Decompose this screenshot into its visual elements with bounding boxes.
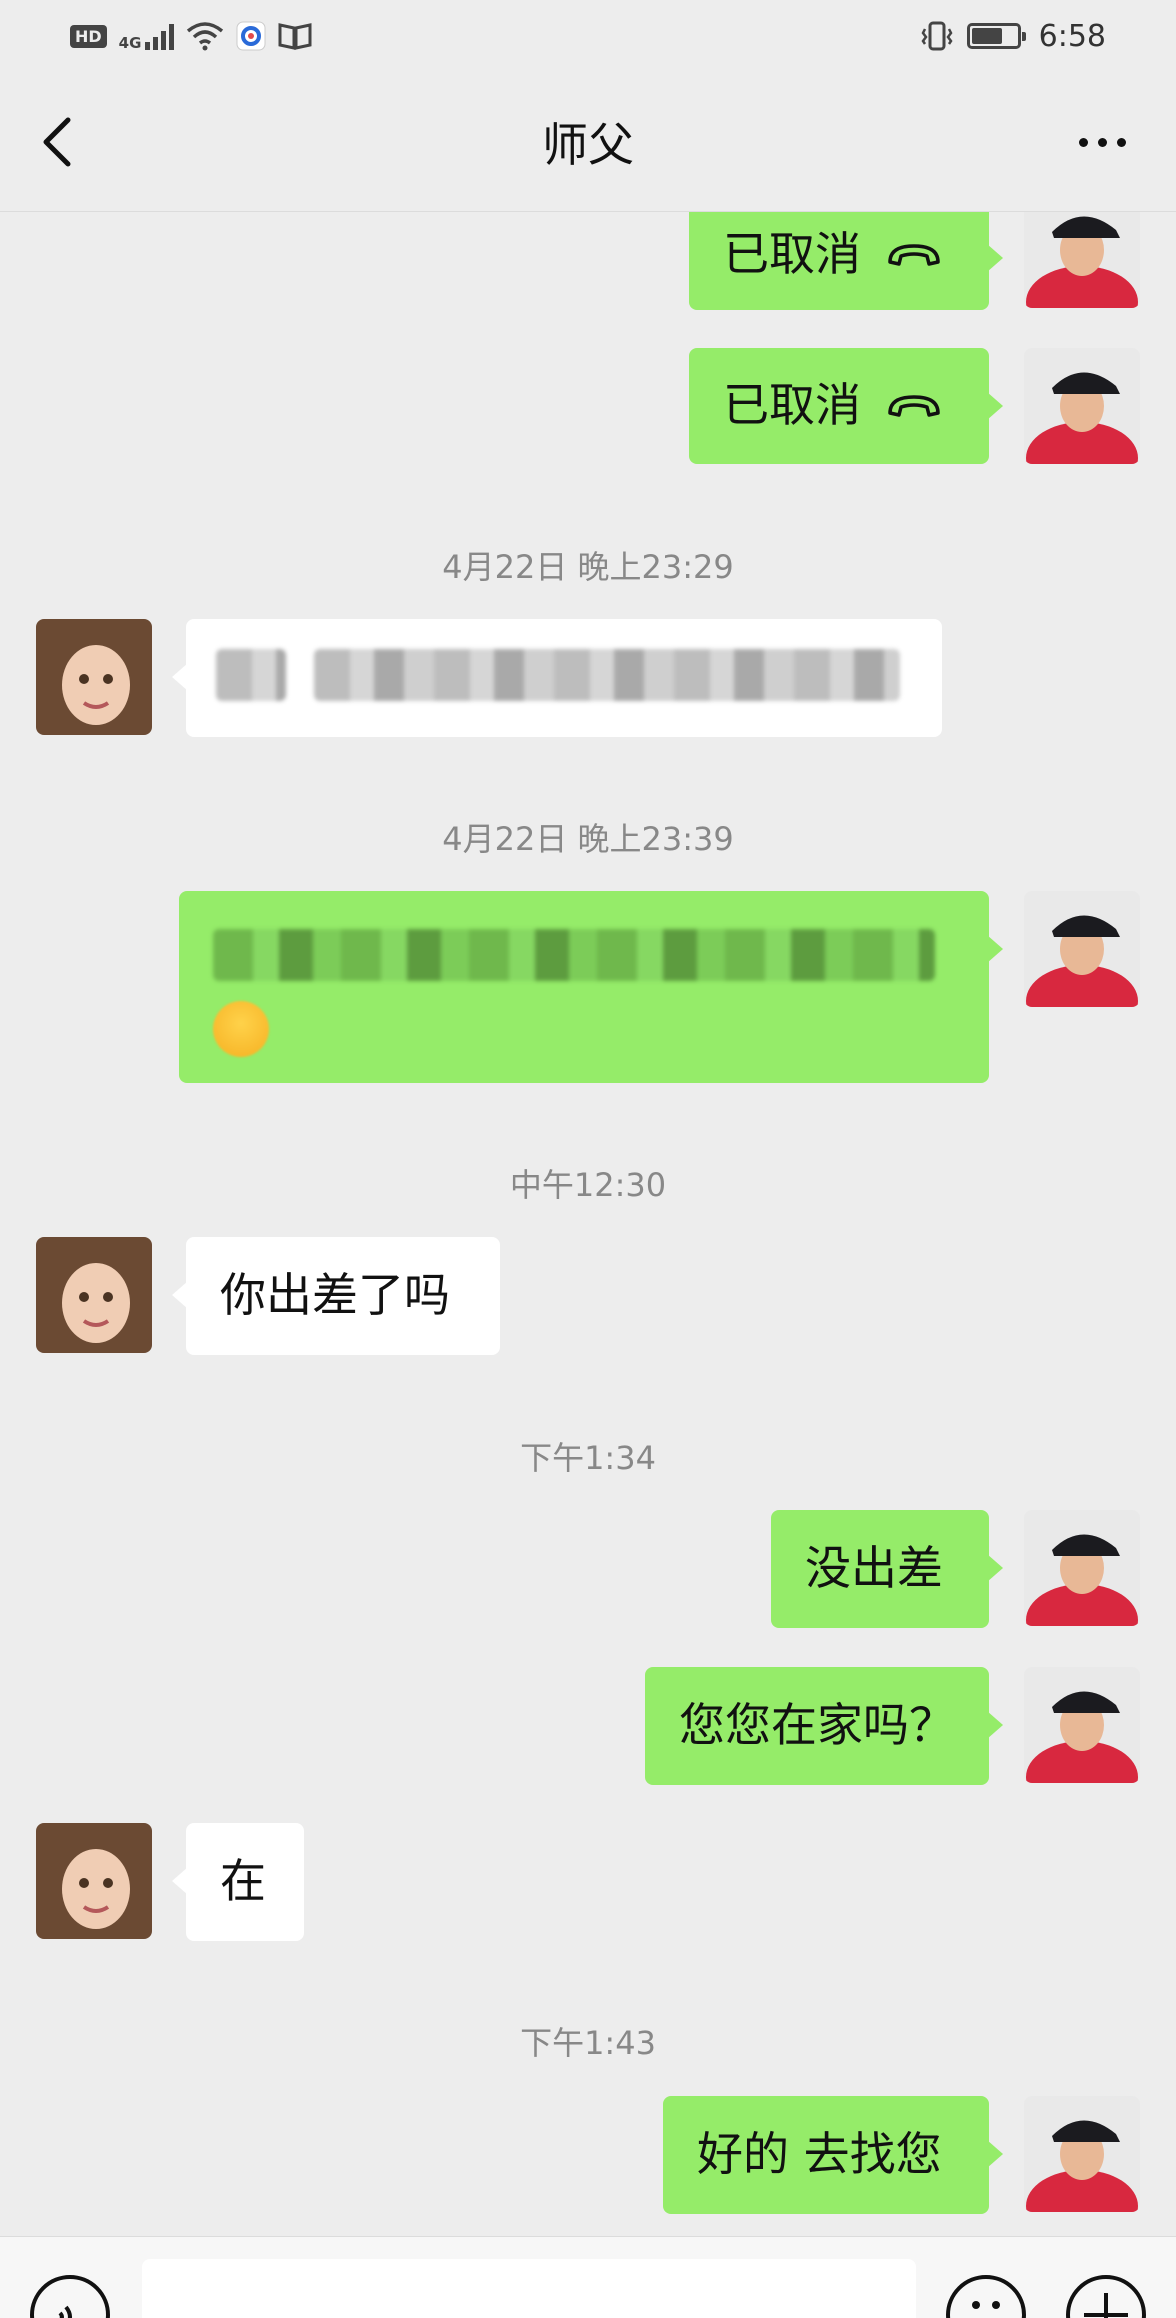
message-row [0, 619, 1176, 739]
avatar[interactable] [1024, 2096, 1140, 2212]
redacted-content [216, 649, 286, 701]
status-time: 6:58 [1038, 18, 1106, 54]
status-right: 6:58 [919, 19, 1106, 54]
contact-avatar-icon [36, 619, 152, 735]
call-status-text: 已取消 [723, 227, 861, 282]
message-row: 已取消 [0, 212, 1176, 316]
message-row: 好的 去找您 [0, 2096, 1176, 2216]
timestamp: 4月22日 晚上23:29 [442, 548, 734, 586]
message-text: 没出差 [805, 1541, 943, 1596]
message-text: 好的 去找您 [697, 2127, 942, 2182]
avatar[interactable] [1024, 1510, 1140, 1626]
call-status-text: 已取消 [723, 378, 861, 433]
chat-messages[interactable]: 已取消 已取消 4月22日 晚上23:29 4月22日 晚上23:39 中午12… [0, 212, 1176, 2236]
voice-wave-icon [58, 2305, 72, 2318]
user-avatar-icon [1024, 2096, 1140, 2212]
message-text: 你出差了吗 [220, 1268, 450, 1323]
call-bubble[interactable]: 已取消 [689, 212, 1003, 310]
plus-sign-icon [1084, 2293, 1128, 2318]
contact-avatar-icon [36, 1823, 152, 1939]
message-input[interactable] [142, 2259, 916, 2318]
message-row: 已取消 [0, 348, 1176, 464]
message-bubble[interactable]: 在 [172, 1823, 304, 1941]
timestamp: 中午12:30 [509, 1166, 667, 1204]
redacted-message-bubble[interactable] [172, 619, 942, 737]
app-notification-icon [236, 21, 266, 51]
message-row [0, 891, 1176, 1087]
nav-bar: 师父 [0, 72, 1176, 212]
message-bubble[interactable]: 没出差 [771, 1510, 1003, 1628]
message-text: 您您在家吗？ [679, 1698, 955, 1753]
more-dots-icon[interactable] [1079, 124, 1126, 160]
avatar[interactable] [1024, 1667, 1140, 1783]
chat-title: 师父 [542, 117, 634, 172]
avatar[interactable] [1024, 212, 1140, 308]
timestamp: 下午1:34 [520, 1439, 656, 1477]
contact-avatar-icon [36, 1237, 152, 1353]
timestamp: 下午1:43 [520, 2024, 656, 2062]
user-avatar-icon [1024, 891, 1140, 1007]
redacted-content [213, 929, 935, 981]
user-avatar-icon [1024, 212, 1140, 308]
timestamp: 4月22日 晚上23:39 [442, 820, 734, 858]
hangup-phone-icon [888, 395, 940, 417]
network-type: 4G [118, 34, 142, 52]
signal-icon [145, 22, 175, 50]
redacted-content [314, 649, 900, 701]
user-avatar-icon [1024, 1510, 1140, 1626]
avatar[interactable] [36, 619, 152, 735]
message-row: 没出差 [0, 1510, 1176, 1630]
status-left: HD 4G [70, 20, 312, 52]
hd-badge: HD [70, 24, 107, 48]
book-icon [278, 23, 312, 50]
message-row: 在 [0, 1823, 1176, 1943]
message-bubble[interactable]: 好的 去找您 [663, 2096, 1003, 2214]
hangup-phone-icon [888, 244, 940, 266]
battery-icon [966, 23, 1026, 49]
message-row: 您您在家吗？ [0, 1667, 1176, 1787]
emoji-icon [213, 1001, 269, 1057]
avatar[interactable] [1024, 891, 1140, 1007]
input-bar [0, 2236, 1176, 2318]
voice-icon[interactable] [30, 2275, 110, 2318]
avatar[interactable] [36, 1237, 152, 1353]
chevron-left-icon[interactable] [36, 112, 80, 172]
message-text: 在 [220, 1854, 266, 1909]
user-avatar-icon [1024, 348, 1140, 464]
redacted-message-bubble[interactable] [179, 891, 1003, 1083]
avatar[interactable] [1024, 348, 1140, 464]
avatar[interactable] [36, 1823, 152, 1939]
vibrate-icon [921, 21, 953, 51]
message-row: 你出差了吗 [0, 1237, 1176, 1357]
wifi-icon [187, 22, 224, 51]
status-bar: HD 4G 6:58 [0, 0, 1176, 72]
smiley-face-icon [972, 2301, 1000, 2309]
user-avatar-icon [1024, 1667, 1140, 1783]
message-bubble[interactable]: 您您在家吗？ [645, 1667, 1003, 1785]
plus-icon[interactable] [1066, 2275, 1146, 2318]
emoji-button-icon[interactable] [946, 2275, 1026, 2318]
call-bubble[interactable]: 已取消 [689, 348, 1003, 464]
message-bubble[interactable]: 你出差了吗 [172, 1237, 500, 1355]
